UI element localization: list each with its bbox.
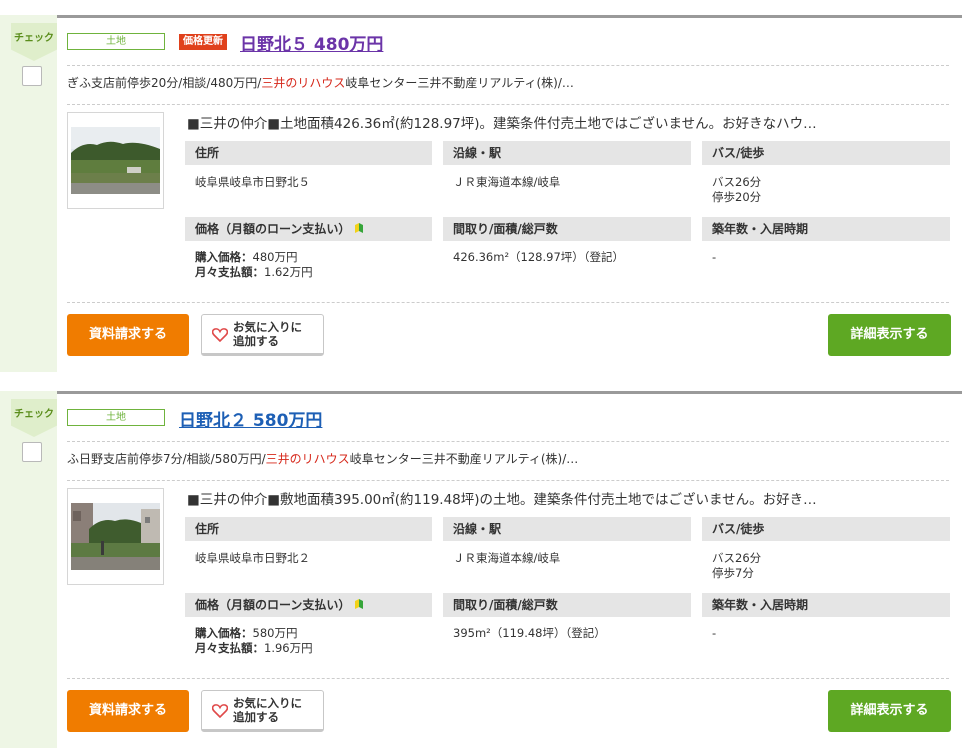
check-label: チェック — [14, 33, 54, 44]
bus-walk-header: バス/徒歩 — [702, 141, 950, 165]
heart-icon — [212, 328, 228, 342]
bus-walk-value: バス26分 停歩20分 — [712, 175, 761, 205]
price-header-label: 価格（月額のローン支払い） — [195, 598, 351, 612]
favorite-label-line1: お気に入りに — [233, 320, 302, 334]
favorite-label-line2: 追加する — [233, 710, 279, 724]
purchase-price: 580万円 — [252, 626, 298, 640]
address-value: 岐阜県岐阜市日野北２ — [195, 551, 310, 565]
property-thumbnail[interactable] — [67, 488, 164, 585]
area-value: 426.36m²（128.97坪）（登記） — [453, 250, 625, 264]
property-photo — [71, 127, 160, 194]
bus-walk-value: バス26分 停歩7分 — [712, 551, 761, 581]
station-value: ＪＲ東海道本線/岐阜 — [453, 175, 561, 189]
divider — [67, 480, 949, 481]
listing-divider — [57, 391, 962, 394]
purchase-price-label: 購入価格： — [195, 626, 253, 640]
age-header: 築年数・入居時期 — [702, 217, 950, 241]
address-value: 岐阜県岐阜市日野北５ — [195, 175, 310, 189]
show-details-button[interactable]: 詳細表示する — [828, 690, 951, 732]
divider — [67, 441, 949, 442]
favorite-label-line1: お気に入りに — [233, 696, 302, 710]
company-brand: 三井のリハウス — [261, 76, 346, 90]
price-value: 購入価格：480万円 月々支払額：1.62万円 — [195, 250, 313, 280]
bus-time: バス26分 — [712, 551, 762, 565]
monthly-payment-label: 月々支払額： — [195, 265, 264, 279]
bus-time: バス26分 — [712, 175, 762, 189]
show-details-button[interactable]: 詳細表示する — [828, 314, 951, 356]
station-header: 沿線・駅 — [443, 517, 691, 541]
catch-copy: ■三井の仲介■敷地面積395.00㎡(約119.48坪)の土地。建築条件付売土地… — [187, 492, 817, 508]
access-text: ふ日野支店前停歩7分/相談/580万円/ — [67, 452, 266, 466]
select-checkbox[interactable] — [22, 66, 42, 86]
company-brand: 三井のリハウス — [265, 452, 350, 466]
price-update-badge: 価格更新 — [179, 34, 227, 50]
bus-walk-header: バス/徒歩 — [702, 517, 950, 541]
access-company-text: 岐阜センター三井不動産リアルティ(株)/… — [345, 76, 574, 90]
area-value: 395m²（119.48坪）（登記） — [453, 626, 606, 640]
check-tab: チェック — [11, 399, 57, 437]
divider — [67, 65, 949, 66]
price-value: 購入価格：580万円 月々支払額：1.96万円 — [195, 626, 313, 656]
property-photo — [71, 503, 160, 570]
check-column: チェック — [0, 391, 57, 748]
layout-header: 間取り/面積/総戸数 — [443, 593, 691, 617]
access-info: ぎふ支店前停歩20分/相談/480万円/三井のリハウス岐阜センター三井不動産リア… — [67, 74, 947, 91]
listing-divider — [57, 15, 962, 18]
station-value: ＪＲ東海道本線/岐阜 — [453, 551, 561, 565]
address-header: 住所 — [185, 141, 432, 165]
property-type-badge: 土地 — [67, 33, 165, 50]
select-checkbox[interactable] — [22, 442, 42, 462]
address-header: 住所 — [185, 517, 432, 541]
price-header-label: 価格（月額のローン支払い） — [195, 222, 351, 236]
monthly-payment: 1.96万円 — [264, 641, 313, 655]
favorite-label: お気に入りに 追加する — [233, 320, 321, 348]
access-info: ふ日野支店前停歩7分/相談/580万円/三井のリハウス岐阜センター三井不動産リア… — [67, 450, 947, 467]
beginner-mark-icon[interactable] — [354, 222, 364, 234]
add-favorite-button[interactable]: お気に入りに 追加する — [201, 690, 324, 732]
favorite-label: お気に入りに 追加する — [233, 696, 321, 724]
catch-copy: ■三井の仲介■土地面積426.36㎡(約128.97坪)。建築条件付売土地ではご… — [187, 116, 817, 132]
check-tab: チェック — [11, 23, 57, 61]
access-company-text: 岐阜センター三井不動産リアルティ(株)/… — [349, 452, 579, 466]
walk-time: 停歩20分 — [712, 190, 762, 204]
listing-title-link[interactable]: 日野北５ 480万円 — [240, 30, 383, 55]
divider — [67, 678, 949, 679]
divider — [67, 302, 949, 303]
age-value: - — [712, 250, 717, 264]
age-header: 築年数・入居時期 — [702, 593, 950, 617]
divider — [67, 104, 949, 105]
station-header: 沿線・駅 — [443, 141, 691, 165]
purchase-price: 480万円 — [252, 250, 298, 264]
listing-title-link[interactable]: 日野北２ 580万円 — [179, 406, 322, 431]
heart-icon — [212, 704, 228, 718]
age-value: - — [712, 626, 717, 640]
favorite-label-line2: 追加する — [233, 334, 279, 348]
walk-time: 停歩7分 — [712, 566, 754, 580]
property-type-badge: 土地 — [67, 409, 165, 426]
beginner-mark-icon[interactable] — [354, 598, 364, 610]
purchase-price-label: 購入価格： — [195, 250, 253, 264]
price-header: 価格（月額のローン支払い） — [185, 593, 432, 617]
add-favorite-button[interactable]: お気に入りに 追加する — [201, 314, 324, 356]
check-column: チェック — [0, 15, 57, 372]
layout-header: 間取り/面積/総戸数 — [443, 217, 691, 241]
check-label: チェック — [14, 409, 54, 420]
monthly-payment-label: 月々支払額： — [195, 641, 264, 655]
price-header: 価格（月額のローン支払い） — [185, 217, 432, 241]
property-thumbnail[interactable] — [67, 112, 164, 209]
request-info-button[interactable]: 資料請求する — [67, 314, 189, 356]
monthly-payment: 1.62万円 — [264, 265, 313, 279]
request-info-button[interactable]: 資料請求する — [67, 690, 189, 732]
access-text: ぎふ支店前停歩20分/相談/480万円/ — [67, 76, 262, 90]
